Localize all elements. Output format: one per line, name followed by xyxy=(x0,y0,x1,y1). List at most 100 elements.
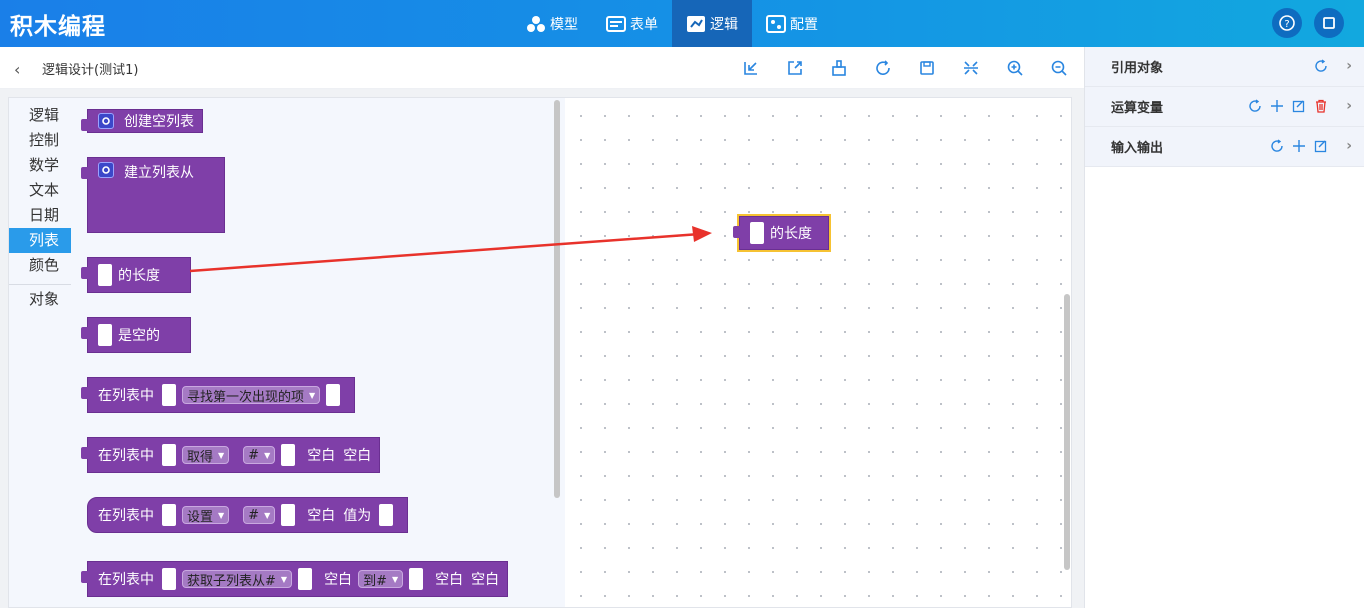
config-icon xyxy=(766,14,786,33)
nav-logic[interactable]: 逻辑 xyxy=(672,0,752,47)
block-flyout: 创建空列表 建立列表从 的长度 是空的 在列表中 寻找第一次出现的项 ▼ 在列表… xyxy=(71,98,565,607)
block-create-list-from[interactable]: 建立列表从 xyxy=(81,157,225,233)
input-slot[interactable] xyxy=(162,384,176,406)
workspace-scrollbar[interactable] xyxy=(1064,294,1070,570)
index-mode-dropdown[interactable]: # ▼ xyxy=(243,506,276,524)
top-nav: 模型 表单 逻辑 配置 xyxy=(512,0,832,47)
plus-icon[interactable] xyxy=(1292,139,1306,153)
input-slot[interactable] xyxy=(98,264,112,286)
workspace: 逻辑 控制 数学 文本 日期 列表 颜色 对象 创建空列表 建立列表从 的长度 … xyxy=(0,89,1084,608)
import-icon[interactable] xyxy=(740,57,762,79)
block-label: 的长度 xyxy=(770,226,812,242)
refresh-icon[interactable] xyxy=(1314,59,1328,73)
gear-icon[interactable] xyxy=(98,162,114,178)
block-set-item[interactable]: 在列表中 设置 ▼ # ▼ 空白 值为 xyxy=(87,497,409,533)
sublist-to-dropdown[interactable]: 到# ▼ xyxy=(358,570,404,589)
category-math[interactable]: 数学 xyxy=(9,153,71,178)
nav-config-label: 配置 xyxy=(790,16,818,33)
input-slot[interactable] xyxy=(298,568,313,590)
block-label: 空白 xyxy=(324,572,353,588)
fullscreen-button[interactable] xyxy=(1314,8,1344,38)
category-logic[interactable]: 逻辑 xyxy=(9,103,71,128)
zoom-in-icon[interactable] xyxy=(1004,57,1026,79)
block-get-item[interactable]: 在列表中 取得 ▼ # ▼ 空白 空白 xyxy=(81,437,381,473)
sublist-from-dropdown[interactable]: 获取子列表从# ▼ xyxy=(182,570,293,589)
input-slot[interactable] xyxy=(98,324,112,346)
toolbar xyxy=(740,57,1070,79)
chevron-right-icon[interactable]: › xyxy=(1346,138,1352,154)
clean-icon[interactable] xyxy=(828,57,850,79)
form-icon xyxy=(606,15,626,32)
input-slot[interactable] xyxy=(162,444,176,466)
panel-row-label: 输入输出 xyxy=(1111,141,1164,156)
block-label: 创建空列表 xyxy=(124,114,194,130)
set-mode-dropdown[interactable]: 设置 ▼ xyxy=(182,506,230,525)
panel-row-variables[interactable]: 运算变量 › xyxy=(1085,87,1364,127)
category-list[interactable]: 列表 xyxy=(9,228,71,253)
block-is-empty[interactable]: 是空的 xyxy=(81,317,191,353)
panel-row-reference-objects[interactable]: 引用对象 › xyxy=(1085,47,1364,87)
back-arrow-icon[interactable]: ‹ xyxy=(14,60,20,79)
block-label: 是空的 xyxy=(118,328,160,344)
save-icon[interactable] xyxy=(916,57,938,79)
index-mode-dropdown[interactable]: # ▼ xyxy=(243,446,276,464)
zoom-out-icon[interactable] xyxy=(1048,57,1070,79)
collapse-icon[interactable] xyxy=(960,57,982,79)
input-slot[interactable] xyxy=(379,504,394,526)
plus-icon[interactable] xyxy=(1270,99,1284,113)
category-control[interactable]: 控制 xyxy=(9,128,71,153)
input-slot[interactable] xyxy=(326,384,341,406)
workspace-grid[interactable] xyxy=(565,98,1071,607)
app-title: 积木编程 xyxy=(10,14,106,40)
nav-logic-label: 逻辑 xyxy=(710,16,738,33)
gear-icon[interactable] xyxy=(98,113,114,129)
breadcrumb: 逻辑设计(测试1) xyxy=(42,63,139,78)
get-mode-dropdown[interactable]: 取得 ▼ xyxy=(182,446,230,465)
input-slot[interactable] xyxy=(409,568,424,590)
block-create-empty-list[interactable]: 创建空列表 xyxy=(81,109,203,133)
input-slot[interactable] xyxy=(162,568,176,590)
category-object[interactable]: 对象 xyxy=(9,287,71,312)
panel-row-label: 运算变量 xyxy=(1111,101,1164,116)
block-label: 在列表中 xyxy=(98,572,154,588)
canvas-block-length-of[interactable]: 的长度 xyxy=(733,214,831,252)
edit-icon[interactable] xyxy=(1292,99,1306,113)
chevron-right-icon[interactable]: › xyxy=(1346,98,1352,114)
input-slot[interactable] xyxy=(281,444,296,466)
category-divider xyxy=(9,284,71,285)
help-button[interactable]: ? xyxy=(1272,8,1302,38)
category-text[interactable]: 文本 xyxy=(9,178,71,203)
panel-row-input-output[interactable]: 输入输出 › xyxy=(1085,127,1364,167)
refresh-icon[interactable] xyxy=(872,57,894,79)
find-mode-dropdown[interactable]: 寻找第一次出现的项 ▼ xyxy=(182,386,321,405)
block-length-of[interactable]: 的长度 xyxy=(81,257,191,293)
panel-row-label: 引用对象 xyxy=(1111,61,1164,76)
category-list: 逻辑 控制 数学 文本 日期 列表 颜色 对象 xyxy=(9,98,71,607)
block-label: 在列表中 xyxy=(98,448,154,464)
logic-icon xyxy=(687,15,705,32)
block-label: 空白 xyxy=(471,572,500,588)
category-color[interactable]: 颜色 xyxy=(9,253,71,278)
refresh-icon[interactable] xyxy=(1248,99,1262,113)
nav-model-label: 模型 xyxy=(550,16,578,33)
sub-header: ‹ 逻辑设计(测试1) xyxy=(0,47,1084,89)
block-label: 空白 xyxy=(435,572,464,588)
refresh-icon[interactable] xyxy=(1270,139,1284,153)
category-date[interactable]: 日期 xyxy=(9,203,71,228)
chevron-right-icon[interactable]: › xyxy=(1346,58,1352,74)
block-find-first[interactable]: 在列表中 寻找第一次出现的项 ▼ xyxy=(81,377,356,413)
nav-config[interactable]: 配置 xyxy=(752,0,832,47)
blockly-editor: 逻辑 控制 数学 文本 日期 列表 颜色 对象 创建空列表 建立列表从 的长度 … xyxy=(8,97,1072,608)
edit-icon[interactable] xyxy=(1314,139,1328,153)
input-slot[interactable] xyxy=(281,504,296,526)
block-label: 在列表中 xyxy=(98,508,154,524)
nav-form[interactable]: 表单 xyxy=(592,0,672,47)
svg-text:?: ? xyxy=(1284,19,1289,30)
nav-model[interactable]: 模型 xyxy=(512,0,592,47)
block-get-sublist[interactable]: 在列表中 获取子列表从# ▼ 空白 到# ▼ 空白 空白 xyxy=(81,561,509,597)
export-icon[interactable] xyxy=(784,57,806,79)
delete-icon[interactable] xyxy=(1314,99,1328,113)
input-slot[interactable] xyxy=(162,504,176,526)
flyout-scrollbar[interactable] xyxy=(554,100,560,498)
input-slot[interactable] xyxy=(750,222,764,244)
